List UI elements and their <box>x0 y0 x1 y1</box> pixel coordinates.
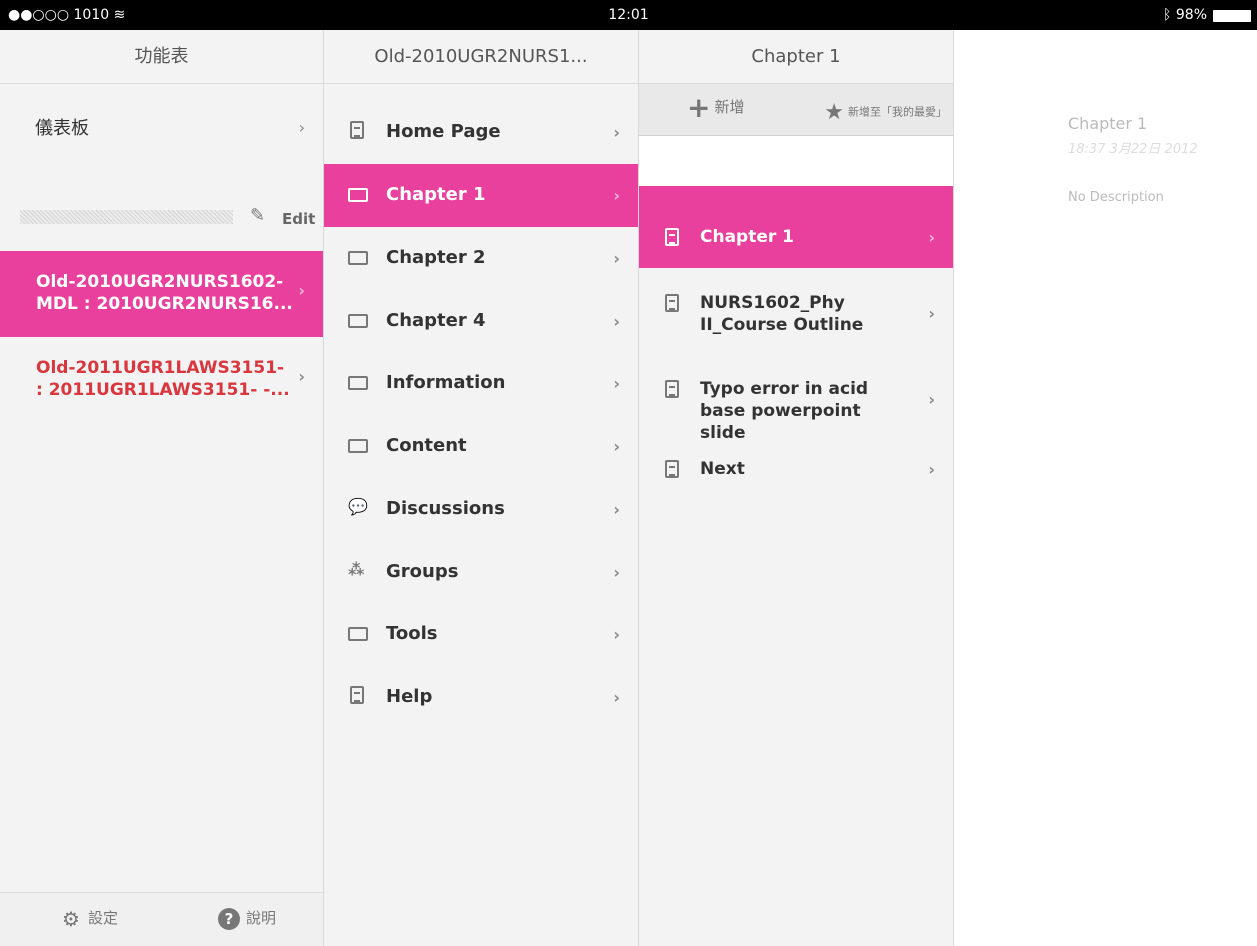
chevron-right-icon: › <box>613 312 620 331</box>
menu-title: 功能表 <box>0 30 323 84</box>
folder-icon <box>348 314 368 328</box>
detail-header <box>954 30 1257 84</box>
add-favorite-button[interactable]: ★ 新增至「我的最愛」 <box>824 100 947 125</box>
edit-bar: ✎ Edit <box>0 200 323 236</box>
chapter-item[interactable]: Typo error in acid base powerpoint slide… <box>639 354 953 443</box>
document-icon <box>350 686 364 704</box>
nav-item-tools[interactable]: Tools › <box>324 603 638 666</box>
chapter-item[interactable]: Next › <box>639 440 953 506</box>
chevron-right-icon: › <box>928 460 935 479</box>
battery-icon <box>1213 10 1251 22</box>
menu-footer: ⚙ 設定 ? 說明 <box>0 892 323 946</box>
document-icon <box>665 294 679 312</box>
star-icon: ★ <box>824 100 844 125</box>
document-icon <box>350 121 364 139</box>
chevron-right-icon: › <box>298 118 305 137</box>
course-item-selected[interactable]: Old-2010UGR2NURS1602- MDL : 2010UGR2NURS1… <box>0 251 323 337</box>
nav-item-chapter-4[interactable]: Chapter 4 › <box>324 290 638 353</box>
nav-item-home-page[interactable]: Home Page › <box>324 101 638 164</box>
folder-icon <box>348 251 368 265</box>
settings-button[interactable]: ⚙ 設定 <box>60 907 118 930</box>
chevron-right-icon: › <box>928 390 935 409</box>
nav-item-chapter-1[interactable]: Chapter 1 › <box>324 164 638 227</box>
battery-status: ᛒ 98% <box>1163 7 1207 23</box>
nav-item-information[interactable]: Information › <box>324 352 638 415</box>
chevron-right-icon: › <box>613 500 620 519</box>
chapter-item[interactable]: NURS1602_Phy II_Course Outline › <box>639 268 953 354</box>
document-icon <box>665 228 679 246</box>
chapter-panel: Chapter 1 + 新增 ★ 新增至「我的最愛」 Chapter 1 › NUR… <box>639 30 954 946</box>
chapter-item-selected[interactable]: Chapter 1 › <box>639 186 953 268</box>
course-nav-title: Old-2010UGR2NURS1... <box>324 30 638 84</box>
question-icon: ? <box>218 907 240 930</box>
nav-item-content[interactable]: Content › <box>324 415 638 478</box>
help-button[interactable]: ? 說明 <box>218 907 276 930</box>
chevron-right-icon: › <box>613 563 620 582</box>
chevron-right-icon: › <box>613 249 620 268</box>
edit-button[interactable]: Edit <box>282 210 315 228</box>
chevron-right-icon: › <box>613 688 620 707</box>
document-icon <box>665 380 679 398</box>
detail-title: Chapter 1 <box>1068 114 1148 133</box>
gear-icon: ⚙ <box>62 906 80 931</box>
chevron-right-icon: › <box>613 625 620 644</box>
clock: 12:01 <box>608 7 649 23</box>
plus-icon: + <box>687 90 711 124</box>
folder-icon <box>348 439 368 453</box>
folder-icon <box>348 188 368 202</box>
chevron-right-icon: › <box>928 228 935 247</box>
chevron-right-icon: › <box>613 374 620 393</box>
course-item[interactable]: Old-2011UGR1LAWS3151-: 2011UGR1LAWS3151-… <box>0 337 323 423</box>
detail-description: No Description <box>1068 190 1164 205</box>
dashboard-item[interactable]: 儀表板 › <box>0 84 323 172</box>
chevron-right-icon: › <box>298 367 305 386</box>
discussion-icon: 💬 <box>348 497 368 516</box>
chevron-right-icon: › <box>613 437 620 456</box>
nav-item-help[interactable]: Help › <box>324 666 638 729</box>
nav-item-groups[interactable]: ⁂ Groups › <box>324 541 638 604</box>
nav-item-chapter-2[interactable]: Chapter 2 › <box>324 227 638 290</box>
folder-icon <box>348 627 368 641</box>
chevron-right-icon: › <box>613 186 620 205</box>
document-icon <box>665 460 679 478</box>
chapter-title: Chapter 1 <box>639 30 953 84</box>
detail-panel: Chapter 1 18:37 3月22日 2012 No Descriptio… <box>954 30 1257 946</box>
dashboard-label: 儀表板 <box>35 118 89 139</box>
chapter-toolbar: + 新增 ★ 新增至「我的最愛」 <box>639 84 953 136</box>
add-button[interactable]: + 新增 <box>687 93 744 121</box>
chevron-right-icon: › <box>613 123 620 142</box>
detail-date: 18:37 3月22日 2012 <box>1068 142 1198 157</box>
chevron-right-icon: › <box>298 281 305 300</box>
bluetooth-icon: ᛒ <box>1163 7 1172 23</box>
menu-panel: 功能表 儀表板 › ✎ Edit Old-2010UGR2NURS1602- MD… <box>0 30 324 946</box>
list-spacer <box>639 136 953 186</box>
divider-pattern <box>20 210 233 224</box>
pencil-icon[interactable]: ✎ <box>250 205 265 226</box>
status-bar: ●●○○○ 1010 ≋ 12:01 ᛒ 98% <box>0 0 1257 30</box>
course-nav-panel: Old-2010UGR2NURS1... Home Page › Chapter… <box>324 30 639 946</box>
groups-icon: ⁂ <box>348 560 365 579</box>
folder-icon <box>348 376 368 390</box>
nav-item-discussions[interactable]: 💬 Discussions › <box>324 478 638 541</box>
chevron-right-icon: › <box>928 304 935 323</box>
